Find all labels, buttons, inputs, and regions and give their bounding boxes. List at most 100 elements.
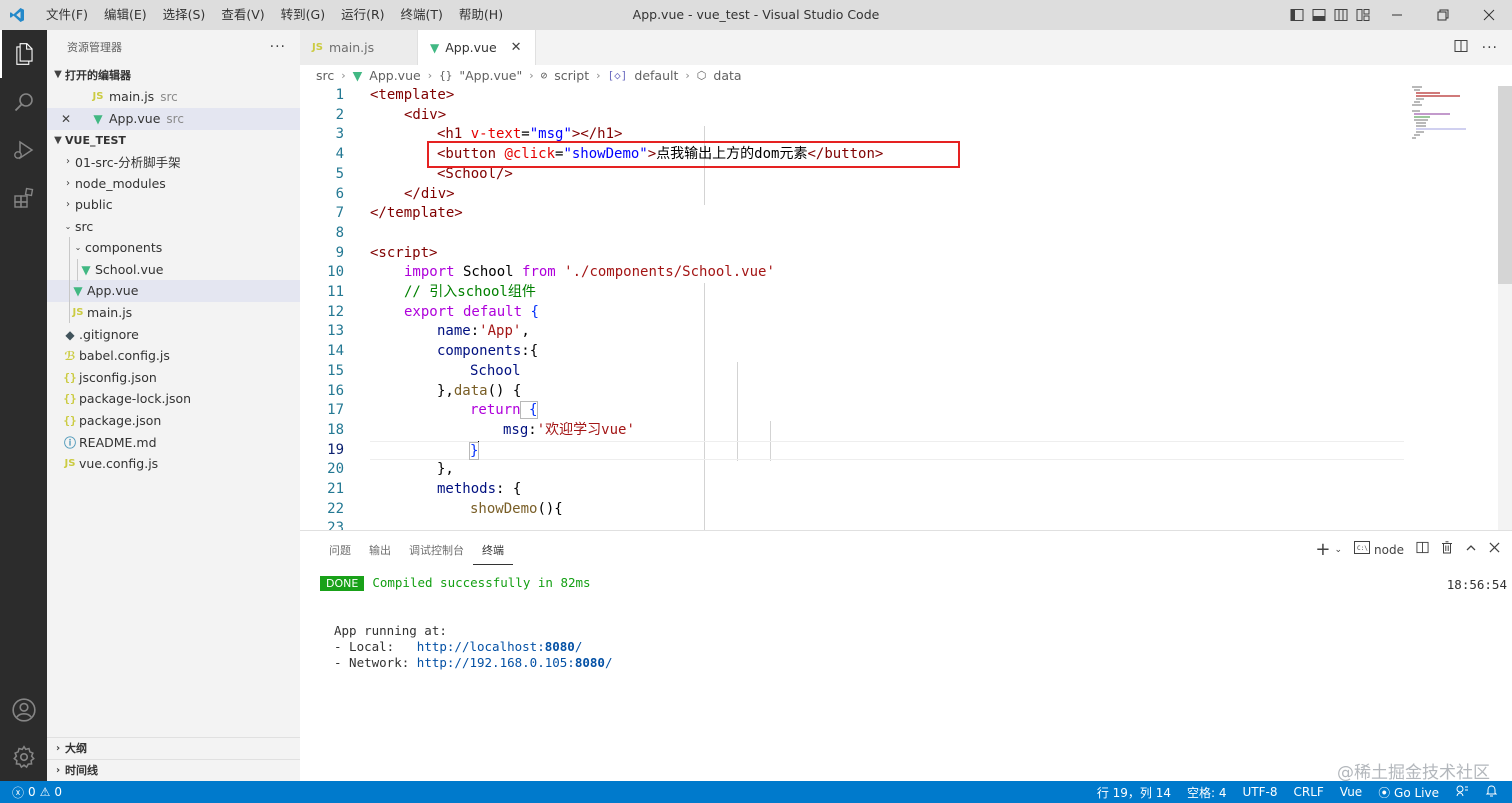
vscode-logo-icon[interactable]: [0, 0, 34, 30]
tab-app-vue[interactable]: ▼ App.vue ✕: [418, 30, 536, 65]
terminal-name[interactable]: node: [1374, 543, 1404, 557]
code-token: export: [404, 303, 455, 320]
account-icon[interactable]: [0, 686, 47, 734]
tree-file[interactable]: JS vue.config.js: [47, 453, 300, 475]
network-url-line: - Network: http://192.168.0.105:8080/: [334, 655, 612, 670]
tree-folder[interactable]: ⌄ components: [47, 237, 300, 259]
scrollbar-thumb[interactable]: [1498, 86, 1512, 284]
split-editor-icon[interactable]: [1454, 39, 1468, 57]
tab-debug-console[interactable]: 调试控制台: [400, 539, 473, 565]
restore-icon[interactable]: [1420, 0, 1466, 30]
tree-folder[interactable]: › node_modules: [47, 173, 300, 195]
close-window-icon[interactable]: [1466, 0, 1512, 30]
code-token: msg: [503, 421, 529, 438]
settings-gear-icon[interactable]: [0, 733, 47, 781]
minimize-icon[interactable]: [1374, 0, 1420, 30]
cursor-position[interactable]: 行 19，列 14: [1097, 784, 1171, 801]
encoding[interactable]: UTF-8: [1243, 785, 1278, 799]
menu-run[interactable]: 运行(R): [333, 0, 392, 30]
close-editor-icon[interactable]: ✕: [47, 112, 71, 126]
tree-folder[interactable]: › 01-src-分析脚手架: [47, 151, 300, 173]
indentation[interactable]: 空格: 4: [1187, 784, 1227, 801]
explorer-icon[interactable]: [0, 30, 47, 78]
menu-terminal[interactable]: 终端(T): [393, 0, 451, 30]
extensions-icon[interactable]: [0, 174, 47, 222]
language-mode[interactable]: Vue: [1340, 785, 1362, 799]
menu-selection[interactable]: 选择(S): [155, 0, 214, 30]
breadcrumb-item[interactable]: data: [713, 68, 741, 83]
tree-file[interactable]: ℬ babel.config.js: [47, 345, 300, 367]
split-terminal-icon[interactable]: [1416, 541, 1429, 558]
local-url-tail[interactable]: /: [575, 639, 583, 654]
tree-file[interactable]: JS main.js: [47, 302, 300, 324]
tree-file[interactable]: {} package.json: [47, 410, 300, 432]
indent-guide: [69, 237, 70, 323]
maximize-panel-icon[interactable]: [1465, 542, 1477, 558]
breadcrumb-item[interactable]: default: [634, 68, 678, 83]
breadcrumb-item[interactable]: App.vue: [369, 68, 420, 83]
bell-icon[interactable]: [1485, 784, 1498, 801]
project-section[interactable]: ▼ VUE_TEST: [47, 130, 300, 152]
more-actions-icon[interactable]: ···: [270, 39, 286, 55]
code-token: School: [454, 264, 523, 281]
breadcrumb-item[interactable]: script: [554, 68, 589, 83]
code-token: School: [470, 362, 521, 379]
network-url[interactable]: http://192.168.0.105:: [417, 655, 575, 670]
warning-count: 0: [54, 785, 63, 799]
breadcrumb-item[interactable]: src: [316, 68, 334, 83]
customize-layout-icon[interactable]: [1352, 0, 1374, 30]
line-number: 12: [327, 303, 344, 320]
open-editor-item-app-vue[interactable]: ✕ ▼ App.vue src: [47, 108, 300, 130]
outline-section[interactable]: › 大纲: [47, 737, 300, 759]
menu-file[interactable]: 文件(F): [38, 0, 96, 30]
line-number: 17: [327, 402, 344, 419]
timeline-section[interactable]: › 时间线: [47, 759, 300, 781]
menu-view[interactable]: 查看(V): [213, 0, 272, 30]
tree-file[interactable]: ◆ .gitignore: [47, 324, 300, 346]
tab-main-js[interactable]: JS main.js: [300, 30, 418, 65]
breadcrumb-item[interactable]: "App.vue": [459, 68, 522, 83]
tree-file[interactable]: ▼ School.vue: [47, 259, 300, 281]
chevron-right-icon: ›: [55, 742, 61, 754]
tab-output[interactable]: 输出: [360, 539, 400, 565]
close-tab-icon[interactable]: ✕: [511, 40, 522, 55]
line-ending[interactable]: CRLF: [1293, 785, 1323, 799]
trash-icon[interactable]: [1441, 541, 1453, 558]
local-url[interactable]: http://localhost:: [417, 639, 545, 654]
chevron-down-icon[interactable]: ⌄: [1335, 545, 1343, 555]
code-token: },: [437, 382, 454, 399]
code-token: : {: [496, 481, 522, 497]
network-url-tail[interactable]: /: [605, 655, 613, 670]
tree-folder[interactable]: ⌄ src: [47, 216, 300, 238]
tab-problems[interactable]: 问题: [320, 539, 360, 565]
go-live-button[interactable]: ⦿ Go Live: [1378, 784, 1439, 801]
search-icon[interactable]: [0, 78, 47, 126]
tree-file-active[interactable]: ▼ App.vue: [47, 280, 300, 302]
feedback-icon[interactable]: [1455, 784, 1469, 801]
menu-go[interactable]: 转到(G): [273, 0, 333, 30]
run-debug-icon[interactable]: [0, 126, 47, 174]
more-actions-icon[interactable]: ···: [1482, 40, 1498, 56]
toggle-sidebar-icon[interactable]: [1286, 0, 1308, 30]
minimap[interactable]: [1404, 86, 1500, 146]
toggle-panel-icon[interactable]: [1308, 0, 1330, 30]
menu-help[interactable]: 帮助(H): [451, 0, 511, 30]
problems-status[interactable]: ⓧ 0 ⚠ 0: [12, 781, 62, 803]
menu-edit[interactable]: 编辑(E): [96, 0, 155, 30]
file-name: jsconfig.json: [79, 370, 157, 386]
error-count: 0: [28, 785, 36, 799]
open-editors-section[interactable]: ▼ 打开的编辑器: [47, 64, 300, 86]
tree-file[interactable]: {} jsconfig.json: [47, 367, 300, 389]
network-port[interactable]: 8080: [575, 655, 605, 670]
open-editor-item-main-js[interactable]: JS main.js src: [47, 86, 300, 108]
tree-folder[interactable]: › public: [47, 194, 300, 216]
line-number: 21: [327, 481, 344, 497]
new-terminal-icon[interactable]: +: [1315, 539, 1330, 560]
tree-file[interactable]: {} package-lock.json: [47, 388, 300, 410]
close-panel-icon[interactable]: [1489, 542, 1500, 557]
toggle-secondary-sidebar-icon[interactable]: [1330, 0, 1352, 30]
tree-file[interactable]: ⓘ README.md: [47, 432, 300, 454]
tab-terminal[interactable]: 终端: [473, 539, 513, 565]
local-port[interactable]: 8080: [545, 639, 575, 654]
code-token: =: [521, 126, 530, 143]
